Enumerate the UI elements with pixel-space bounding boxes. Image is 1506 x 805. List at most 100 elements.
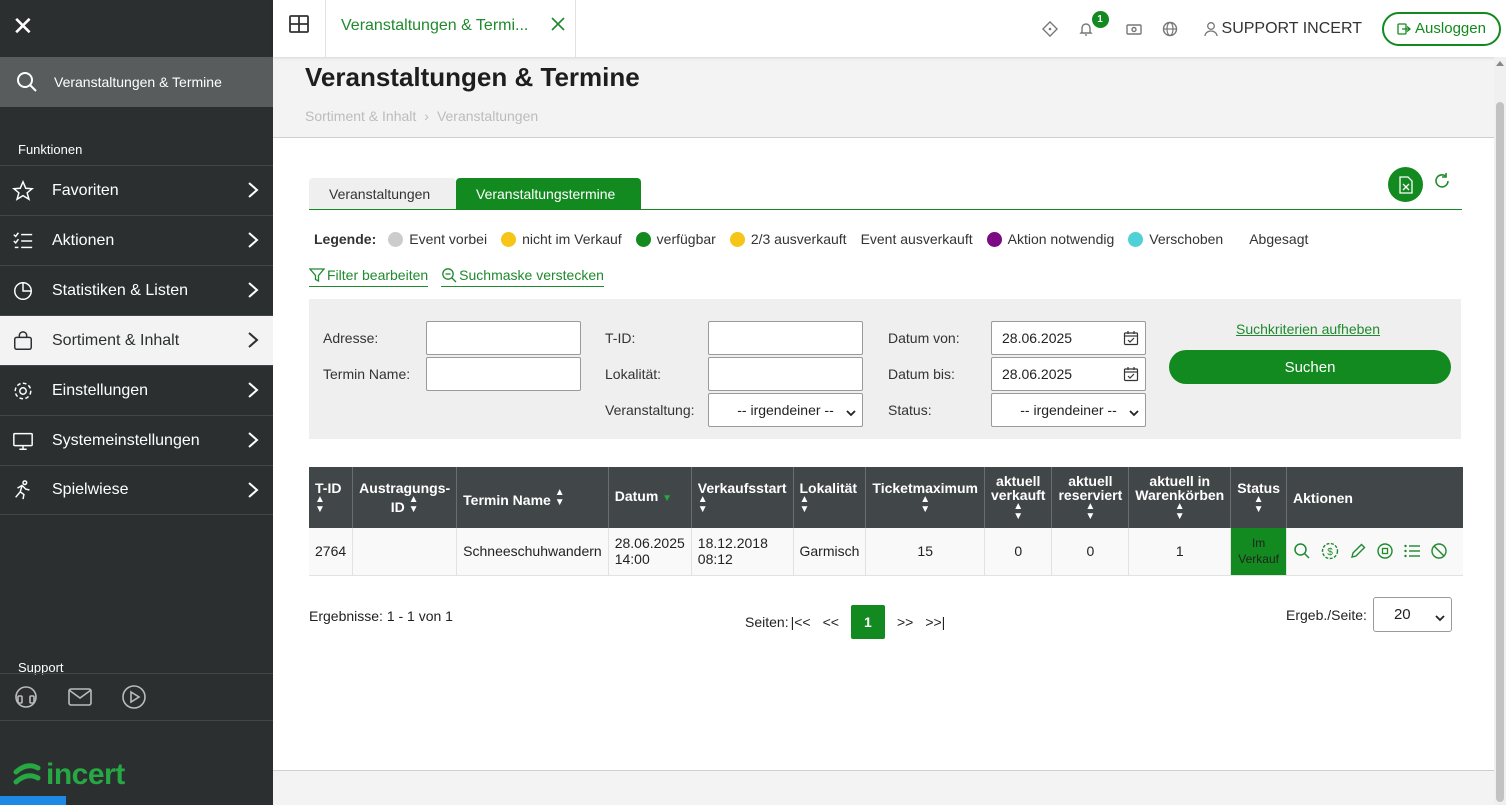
sort-icon[interactable]: ▲ ▼ [698, 494, 708, 515]
column-header-tid[interactable]: T-ID ▲ ▼ [309, 467, 353, 528]
current-page[interactable]: 1 [850, 605, 885, 639]
edit-icon[interactable] [1349, 542, 1367, 560]
tag-icon[interactable] [1041, 20, 1058, 37]
table-row[interactable]: 2764 Schneeschuhwandern 28.06.2025 14:00 … [309, 528, 1464, 576]
first-page-link[interactable]: |<< [791, 614, 811, 630]
search-panel: Adresse: Termin Name: T-ID: Lokalität: V… [309, 299, 1461, 439]
date-to-input[interactable]: 28.06.2025 [991, 357, 1146, 391]
breadcrumb-item[interactable]: Veranstaltungen [437, 108, 538, 124]
content-panel: Veranstaltungen Veranstaltungstermine Le… [273, 138, 1494, 770]
tab-veranstaltungen-termine[interactable]: Veranstaltungen & Termi... [325, 0, 576, 57]
mail-icon[interactable] [66, 683, 94, 711]
sort-desc-icon[interactable]: ▼ [662, 493, 672, 504]
sidebar-item-statistiken[interactable]: Statistiken & Listen [0, 265, 273, 315]
sidebar-item-label: Favoriten [52, 181, 119, 199]
date-from-input[interactable]: 28.06.2025 [991, 321, 1146, 355]
column-header-verkauft[interactable]: aktuell verkauft ▲ ▼ [983, 467, 1052, 528]
filter-edit-link[interactable]: Filter bearbeiten [309, 267, 429, 287]
scrollbar-thumb[interactable] [1496, 102, 1504, 802]
sort-icon[interactable]: ▲ ▼ [1013, 501, 1023, 522]
headset-icon[interactable] [12, 683, 40, 711]
status-select[interactable]: -- irgendeiner -- [991, 393, 1146, 427]
next-page-link[interactable]: >> [897, 614, 913, 630]
vertical-scrollbar[interactable] [1494, 57, 1506, 805]
tid-input[interactable] [708, 321, 863, 355]
sort-icon[interactable]: ▲ ▼ [1085, 501, 1095, 522]
cell-lokalitaet: Garmisch [792, 528, 866, 576]
reset-criteria-link[interactable]: Suchkriterien aufheben [1236, 321, 1380, 337]
logout-button[interactable]: Ausloggen [1382, 11, 1501, 46]
play-video-icon[interactable] [120, 683, 148, 711]
search-links: Filter bearbeiten Suchmaske verstecken [309, 267, 617, 287]
legend-title: Legende: [314, 231, 377, 247]
sidebar-item-spielwiese[interactable]: Spielwiese [0, 465, 273, 515]
last-page-link[interactable]: >>| [925, 614, 945, 630]
address-label: Adresse: [323, 330, 379, 346]
close-icon[interactable]: ✕ [12, 12, 34, 40]
column-header-ticketmaximum[interactable]: Ticketmaximum ▲ ▼ [865, 467, 985, 528]
column-header-lokalitaet[interactable]: Lokalität ▲ ▼ [792, 467, 866, 528]
status-dot [729, 231, 745, 247]
column-header-reserviert[interactable]: aktuell reserviert ▲ ▼ [1051, 467, 1129, 528]
cash-icon[interactable] [1125, 21, 1142, 37]
search-button[interactable]: Suchen [1169, 350, 1451, 384]
sort-icon[interactable]: ▲ ▼ [800, 494, 810, 515]
per-page-select[interactable]: 20 [1372, 597, 1452, 632]
pie-chart-icon [11, 279, 35, 303]
date-from-value: 28.06.2025 [1002, 330, 1073, 346]
cell-verkauft: 0 [983, 528, 1052, 576]
cancel-icon[interactable] [1430, 542, 1448, 560]
cell-tid: 2764 [309, 528, 353, 576]
close-tab-icon[interactable] [551, 17, 565, 34]
sidebar-item-einstellungen[interactable]: Einstellungen [0, 365, 273, 415]
calendar-icon[interactable] [1123, 366, 1139, 385]
calendar-icon[interactable] [1123, 330, 1139, 349]
sort-icon[interactable]: ▲ ▼ [409, 494, 419, 515]
column-header-austragungs-id[interactable]: Austragungs-ID ▲ ▼ [352, 467, 457, 528]
column-header-warenkorb[interactable]: aktuell in Warenkörben ▲ ▼ [1128, 467, 1231, 528]
sidebar-item-favoriten[interactable]: Favoriten [0, 165, 273, 215]
sidebar-search[interactable]: Veranstaltungen & Termine [0, 57, 273, 107]
sort-icon[interactable]: ▲ ▼ [1175, 501, 1185, 522]
legend-label: Aktion notwendig [1007, 231, 1115, 247]
event-select[interactable]: -- irgendeiner -- [708, 393, 863, 427]
breadcrumb-item[interactable]: Sortiment & Inhalt [305, 108, 416, 124]
legend-item: Event ausverkauft [861, 231, 973, 247]
location-input[interactable] [708, 357, 863, 391]
logo-mark-icon [13, 763, 41, 785]
sort-icon[interactable]: ▲ ▼ [1254, 494, 1264, 515]
stop-icon[interactable] [1376, 542, 1394, 560]
sort-icon[interactable]: ▲ ▼ [920, 494, 930, 515]
tab-veranstaltungen[interactable]: Veranstaltungen [309, 178, 456, 209]
per-page: Ergeb./Seite: 20 [1286, 597, 1452, 632]
termin-name-input[interactable] [426, 357, 581, 391]
list-icon[interactable] [1403, 542, 1421, 560]
sort-icon[interactable]: ▲ ▼ [315, 494, 325, 515]
sidebar-item-systemeinstellungen[interactable]: Systemeinstellungen [0, 415, 273, 465]
filter-icon [309, 268, 325, 283]
refresh-icon[interactable] [1433, 172, 1451, 193]
user-menu[interactable]: SUPPORT INCERT [1203, 20, 1362, 38]
grid-icon[interactable] [289, 14, 309, 37]
globe-icon[interactable] [1162, 21, 1178, 37]
column-header-termin-name[interactable]: Termin Name ▲ ▼ [456, 467, 609, 528]
sort-icon[interactable]: ▲ ▼ [555, 487, 565, 508]
hide-search-link[interactable]: Suchmaske verstecken [441, 267, 604, 287]
bell-icon[interactable]: 1 [1078, 10, 1109, 37]
sidebar-item-sortiment[interactable]: Sortiment & Inhalt [0, 315, 273, 365]
prev-page-link[interactable]: << [823, 614, 839, 630]
address-input[interactable] [426, 321, 581, 355]
price-icon[interactable]: $ [1320, 541, 1340, 561]
filter-edit-label: Filter bearbeiten [327, 267, 429, 283]
date-value: 28.06.2025 [614, 535, 685, 552]
zoom-out-icon [442, 268, 457, 283]
sidebar-item-aktionen[interactable]: Aktionen [0, 215, 273, 265]
scroll-up-icon[interactable] [1496, 61, 1504, 66]
column-header-datum[interactable]: Datum ▼ [607, 467, 692, 528]
column-header-verkaufsstart[interactable]: Verkaufsstart ▲ ▼ [690, 467, 793, 528]
excel-export-button[interactable] [1388, 167, 1423, 202]
tab-veranstaltungstermine[interactable]: Veranstaltungstermine [456, 178, 641, 209]
view-icon[interactable] [1293, 542, 1311, 560]
close-menu-button[interactable]: ✕ [0, 0, 273, 57]
column-header-status[interactable]: Status ▲ ▼ [1230, 467, 1287, 528]
